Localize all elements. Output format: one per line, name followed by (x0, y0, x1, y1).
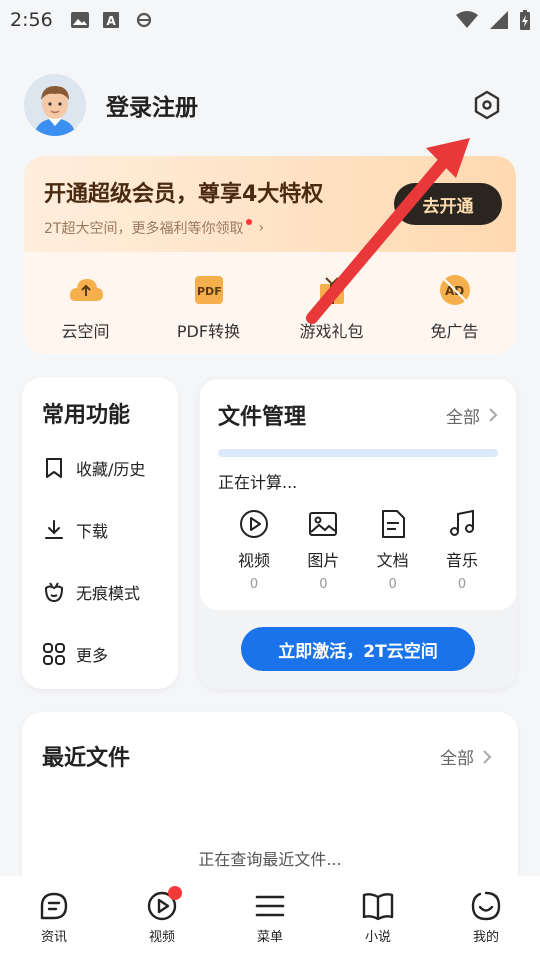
nav-video[interactable]: 视频 (122, 886, 202, 960)
vip-open-button[interactable]: 去开通 (394, 183, 502, 225)
music-icon (449, 509, 474, 536)
common-functions-card: 常用功能 收藏/历史 下载 无痕模式 更多 (22, 377, 178, 689)
file-types: 视频 0 图片 0 文档 0 音乐 0 (218, 509, 498, 592)
common-title: 常用功能 (42, 403, 131, 428)
image-icon (70, 12, 89, 28)
nav-label: 菜单 (256, 930, 283, 945)
vip-item-ad-free[interactable]: AD 免广告 (400, 272, 510, 342)
user-avatar-icon (24, 74, 86, 136)
wifi-icon (456, 11, 478, 28)
files-title: 文件管理 (218, 405, 307, 430)
signal-icon (490, 11, 508, 29)
vip-benefits: 云空间 PDF PDF转换 游戏礼包 AD 免广告 (24, 252, 516, 342)
common-item-label: 更多 (76, 646, 109, 665)
cloud-upload-icon (68, 272, 104, 308)
vip-item-cloud[interactable]: 云空间 (31, 272, 141, 342)
recent-loading-text: 正在查询最近文件... (198, 850, 342, 869)
recent-all-label: 全部 (440, 749, 474, 769)
vip-subtitle-text: 2T超大空间，更多福利等你领取 (44, 221, 244, 237)
vip-banner[interactable]: 开通超级会员，尊享4大特权 2T超大空间，更多福利等你领取 › 去开通 (24, 156, 516, 252)
file-type-label: 视频 (237, 551, 270, 570)
file-type-label: 音乐 (445, 551, 478, 570)
profile-smile-icon (471, 891, 501, 921)
file-management-panel: 文件管理 全部 正在计算... 视频 0 图片 0 文档 0 音乐 0 (200, 379, 516, 610)
battery-charging-icon (520, 10, 530, 30)
avatar[interactable] (24, 74, 86, 136)
text-icon: A (102, 12, 119, 28)
profile-header: 登录注册 (24, 74, 516, 136)
activate-cloud-button[interactable]: 立即激活，2T云空间 (241, 627, 475, 671)
nav-menu[interactable]: 菜单 (230, 890, 310, 960)
files-all-link[interactable]: 全部 (446, 403, 498, 428)
nav-label: 视频 (148, 930, 175, 945)
svg-text:A: A (106, 14, 116, 28)
vip-item-label: 云空间 (61, 322, 110, 341)
login-register-link[interactable]: 登录注册 (106, 88, 198, 122)
common-item-label: 下载 (76, 522, 109, 541)
image-icon (309, 512, 338, 536)
recent-title: 最近文件 (42, 746, 131, 771)
common-item-favorites[interactable]: 收藏/历史 (42, 437, 158, 499)
settings-hexagon-icon[interactable] (472, 90, 502, 120)
ad-free-icon: AD (437, 272, 473, 308)
file-type-count: 0 (457, 577, 467, 592)
notification-dot-icon (168, 886, 182, 900)
file-type-video[interactable]: 视频 0 (228, 509, 280, 592)
document-icon (381, 510, 405, 538)
gift-icon (314, 272, 350, 308)
news-icon (40, 892, 68, 920)
grid-more-icon (43, 643, 65, 665)
file-type-label: 文档 (376, 551, 409, 570)
chevron-right-icon (483, 749, 492, 764)
common-item-more[interactable]: 更多 (42, 623, 158, 685)
video-play-icon (240, 510, 268, 538)
red-dot-icon (246, 219, 253, 225)
book-icon (362, 893, 394, 921)
file-type-count: 0 (388, 577, 397, 592)
status-bar: 2:56 A (0, 0, 540, 40)
file-type-document[interactable]: 文档 0 (367, 509, 419, 592)
vip-item-label: 游戏礼包 (299, 322, 364, 341)
recent-files-card: 最近文件 全部 正在查询最近文件... (22, 712, 518, 892)
file-type-label: 图片 (307, 551, 340, 570)
vip-item-label: PDF转换 (176, 322, 241, 341)
chevron-right-icon: › (258, 220, 265, 236)
browser-icon (136, 12, 151, 28)
nav-label: 我的 (472, 930, 499, 945)
storage-progress-bar (218, 449, 498, 457)
storage-calculating-text: 正在计算... (218, 473, 298, 492)
vip-promo-card: 开通超级会员，尊享4大特权 2T超大空间，更多福利等你领取 › 去开通 云空间 … (24, 156, 516, 354)
nav-news[interactable]: 资讯 (14, 890, 94, 960)
file-type-count: 0 (319, 577, 328, 592)
status-time: 2:56 (10, 9, 53, 31)
common-item-download[interactable]: 下载 (42, 499, 158, 561)
nav-label: 资讯 (40, 930, 67, 945)
nav-label: 小说 (364, 930, 391, 945)
bookmark-icon (46, 458, 62, 478)
vip-item-game-gift[interactable]: 游戏礼包 (277, 272, 387, 342)
files-all-label: 全部 (446, 407, 480, 428)
vip-item-pdf[interactable]: PDF PDF转换 (154, 272, 264, 342)
common-item-label: 无痕模式 (76, 584, 141, 603)
pdf-icon: PDF (191, 272, 227, 308)
file-type-image[interactable]: 图片 0 (297, 509, 349, 592)
recent-all-link[interactable]: 全部 (440, 744, 492, 769)
common-item-incognito[interactable]: 无痕模式 (42, 561, 158, 623)
svg-text:PDF: PDF (197, 285, 222, 298)
incognito-icon (44, 582, 64, 603)
vip-item-label: 免广告 (430, 322, 479, 341)
menu-icon (255, 895, 285, 917)
chevron-right-icon (489, 408, 498, 422)
file-type-count: 0 (249, 577, 259, 592)
file-management-card: 文件管理 全部 正在计算... 视频 0 图片 0 文档 0 音乐 0 立即激活… (198, 377, 518, 689)
nav-novel[interactable]: 小说 (338, 890, 418, 960)
nav-mine[interactable]: 我的 (446, 890, 526, 960)
file-type-music[interactable]: 音乐 0 (436, 509, 488, 592)
common-item-label: 收藏/历史 (76, 460, 146, 479)
download-icon (45, 520, 63, 539)
bottom-nav: 资讯 视频 菜单 小说 我的 (0, 876, 540, 960)
